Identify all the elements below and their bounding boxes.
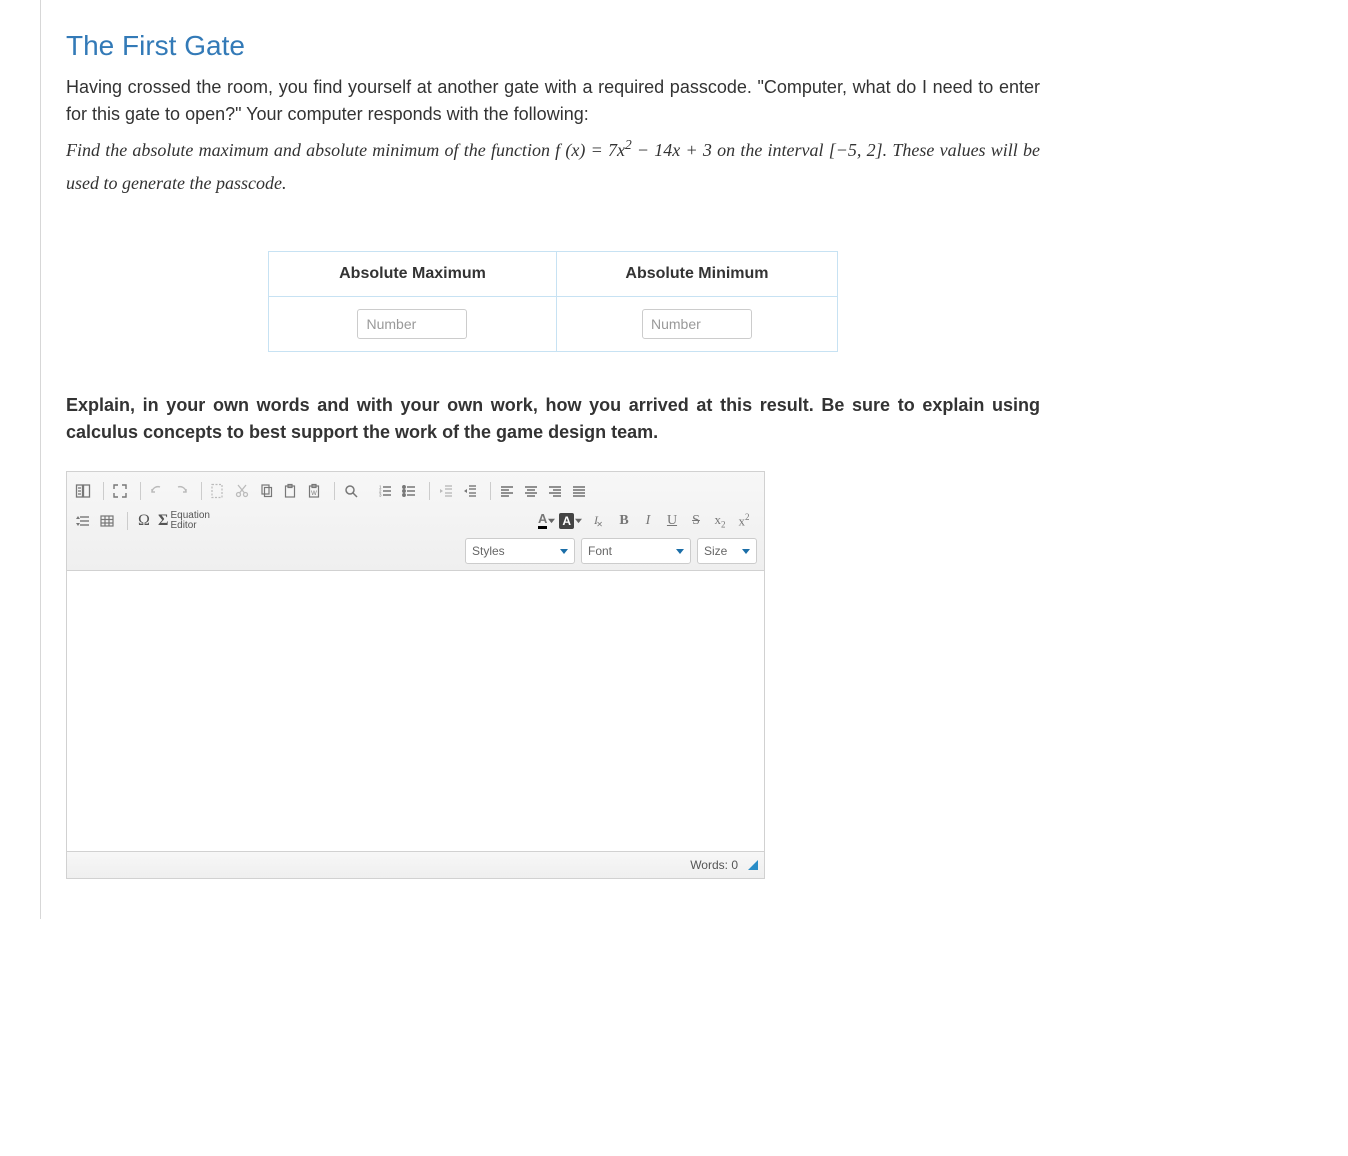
text-color-button[interactable]: A bbox=[536, 509, 557, 533]
answer-table: Absolute Maximum Absolute Minimum bbox=[268, 251, 838, 352]
resize-handle-icon[interactable] bbox=[748, 860, 758, 870]
prompt-pre: Find the absolute maximum and absolute m… bbox=[66, 140, 555, 160]
problem-prompt: Find the absolute maximum and absolute m… bbox=[66, 134, 1040, 201]
chevron-down-icon bbox=[676, 547, 684, 555]
rich-text-editor: W 123 bbox=[66, 471, 765, 879]
editor-status-bar: Words: 0 bbox=[67, 851, 764, 878]
prompt-interval: [−5, 2] bbox=[829, 140, 883, 160]
paste-icon[interactable] bbox=[278, 479, 302, 503]
numbered-list-icon[interactable]: 123 bbox=[373, 479, 397, 503]
intro-text: Having crossed the room, you find yourse… bbox=[66, 74, 1040, 128]
strike-button[interactable]: S bbox=[684, 509, 708, 533]
bullet-list-icon[interactable] bbox=[397, 479, 421, 503]
copy-icon[interactable] bbox=[254, 479, 278, 503]
line-height-icon[interactable] bbox=[71, 509, 95, 533]
abs-max-input[interactable] bbox=[357, 309, 467, 339]
editor-toolbar: W 123 bbox=[67, 472, 764, 571]
abs-min-header: Absolute Minimum bbox=[556, 251, 837, 296]
find-icon[interactable] bbox=[339, 479, 363, 503]
paste-word-icon[interactable]: W bbox=[302, 479, 326, 503]
align-left-icon[interactable] bbox=[495, 479, 519, 503]
align-center-icon[interactable] bbox=[519, 479, 543, 503]
special-char-icon[interactable]: Ω bbox=[132, 509, 156, 533]
svg-text:W: W bbox=[311, 491, 317, 497]
svg-text:3: 3 bbox=[379, 492, 382, 497]
prompt-mid: on the interval bbox=[717, 140, 829, 160]
editor-canvas[interactable] bbox=[67, 571, 764, 851]
word-count: Words: 0 bbox=[690, 858, 738, 872]
cut-icon[interactable] bbox=[230, 479, 254, 503]
equation-editor-button[interactable]: Σ EquationEditor bbox=[156, 509, 212, 533]
table-icon[interactable] bbox=[95, 509, 119, 533]
abs-max-header: Absolute Maximum bbox=[269, 251, 557, 296]
indent-icon[interactable] bbox=[458, 479, 482, 503]
styles-select[interactable]: Styles bbox=[465, 538, 575, 564]
abs-min-input[interactable] bbox=[642, 309, 752, 339]
bold-button[interactable]: B bbox=[612, 509, 636, 533]
size-select[interactable]: Size bbox=[697, 538, 757, 564]
underline-button[interactable]: U bbox=[660, 509, 684, 533]
select-all-icon[interactable] bbox=[206, 479, 230, 503]
align-justify-icon[interactable] bbox=[567, 479, 591, 503]
source-icon[interactable] bbox=[71, 479, 95, 503]
explain-prompt: Explain, in your own words and with your… bbox=[66, 392, 1040, 446]
subscript-button[interactable]: x2 bbox=[708, 509, 732, 533]
italic-button[interactable]: I bbox=[636, 509, 660, 533]
section-title: The First Gate bbox=[66, 30, 1040, 62]
maximize-icon[interactable] bbox=[108, 479, 132, 503]
remove-format-button[interactable]: I✕ bbox=[584, 509, 608, 533]
prompt-function: f (x) = 7x2 − 14x + 3 bbox=[555, 140, 712, 160]
bg-color-button[interactable]: A bbox=[557, 509, 584, 533]
undo-icon[interactable] bbox=[145, 479, 169, 503]
chevron-down-icon bbox=[742, 547, 750, 555]
chevron-down-icon bbox=[560, 547, 568, 555]
font-select[interactable]: Font bbox=[581, 538, 691, 564]
align-right-icon[interactable] bbox=[543, 479, 567, 503]
superscript-button[interactable]: x2 bbox=[732, 509, 756, 533]
redo-icon[interactable] bbox=[169, 479, 193, 503]
outdent-icon[interactable] bbox=[434, 479, 458, 503]
